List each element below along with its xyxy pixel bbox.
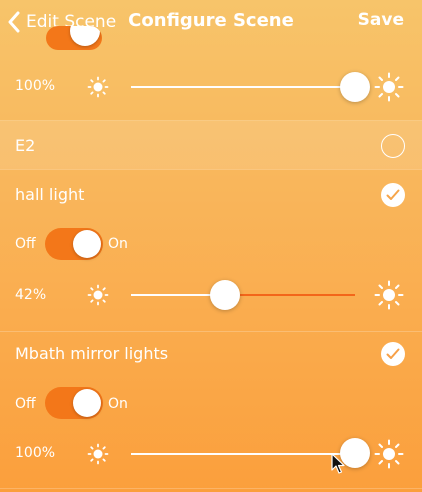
brightness-slider-thumb[interactable] bbox=[340, 72, 370, 102]
brightness-value: 100% bbox=[15, 445, 56, 461]
device-row-e2[interactable] bbox=[0, 121, 422, 169]
sun-large-icon bbox=[374, 280, 404, 310]
toggle-on-label: On bbox=[108, 396, 128, 412]
row-divider bbox=[0, 488, 422, 489]
brightness-value: 100% bbox=[15, 78, 56, 94]
power-toggle[interactable] bbox=[45, 228, 103, 260]
toggle-knob bbox=[73, 230, 101, 258]
toggle-knob bbox=[70, 26, 100, 46]
brightness-slider-track[interactable] bbox=[131, 453, 355, 455]
brightness-slider-fill bbox=[225, 294, 355, 296]
brightness-slider-track[interactable] bbox=[131, 86, 355, 88]
row-divider bbox=[0, 169, 422, 170]
checkmark-icon bbox=[386, 189, 400, 200]
brightness-slider-thumb[interactable] bbox=[340, 438, 370, 468]
brightness-value: 42% bbox=[15, 287, 47, 303]
chevron-left-icon bbox=[8, 11, 20, 33]
row-divider bbox=[0, 331, 422, 332]
sun-small-icon bbox=[87, 76, 109, 98]
device-selected-check[interactable] bbox=[381, 342, 405, 366]
toggle-knob bbox=[73, 389, 101, 417]
sun-large-icon bbox=[374, 72, 404, 102]
brightness-slider-track[interactable] bbox=[131, 294, 355, 296]
device-name: hall light bbox=[15, 185, 85, 204]
device-select-circle[interactable] bbox=[381, 134, 405, 158]
brightness-slider-thumb[interactable] bbox=[210, 280, 241, 310]
toggle-off-label: Off bbox=[15, 396, 36, 412]
save-button[interactable]: Save bbox=[358, 10, 404, 30]
toggle-on-label: On bbox=[108, 236, 128, 252]
device-selected-check[interactable] bbox=[381, 183, 405, 207]
device-name: Mbath mirror lights bbox=[15, 344, 169, 363]
sun-small-icon bbox=[87, 443, 109, 465]
device-name: E2 bbox=[15, 136, 36, 155]
power-toggle[interactable] bbox=[45, 387, 103, 419]
sun-large-icon bbox=[374, 439, 404, 469]
partial-power-toggle[interactable] bbox=[46, 26, 102, 50]
checkmark-icon bbox=[386, 348, 400, 359]
sun-small-icon bbox=[87, 284, 109, 306]
toggle-off-label: Off bbox=[15, 236, 36, 252]
